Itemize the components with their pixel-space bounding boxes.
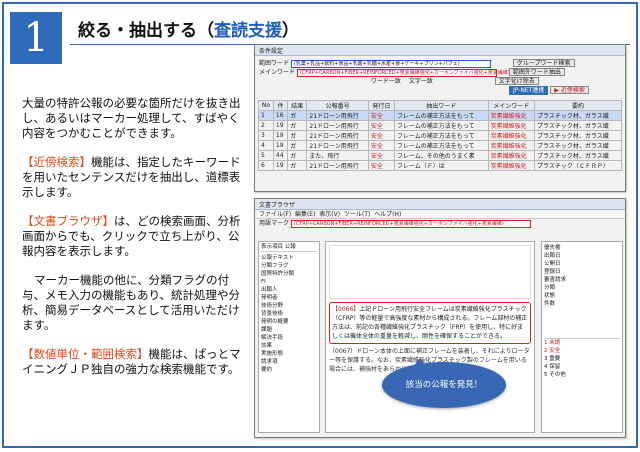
marker-bar: 用語マーク (CFRP+CARBON+FIBER+REINFORCED+炭素繊維… — [255, 219, 625, 228]
tree-item[interactable]: 出願人 — [261, 286, 317, 294]
flag-item[interactable]: 5 その他 — [544, 371, 620, 379]
desc-kinbou: 【近傍検索】機能は、指定したキーワードを用いたセンテンスだけを抽出し、道標表示し… — [22, 155, 244, 200]
col-summary: 要約 — [534, 100, 622, 111]
col-mainword: メインワード — [487, 100, 536, 111]
radio-char[interactable]: 文字一致 — [409, 78, 433, 85]
menu-edit[interactable]: 編集(E) — [295, 211, 315, 218]
keyword-row: 範囲ワード (乳業+乳品+飲料+食品+乳酸+乳糖+水産+食+ケーキ+プリン+パフ… — [255, 59, 625, 68]
desc-intro: 大量の特許公報の必要な箇所だけを抜き出し、あるいはマーカー処理して、すばやく内容… — [22, 96, 241, 140]
table-row[interactable]: 2 19 ガ 21ドローン用飛行 安全 フレームの補正方法をもって 炭素繊維強化 プラスチック… — [258, 120, 622, 131]
marker-input[interactable]: (CFRP+CARBON+FIBER+REINFORCED+炭素繊維強化+カーボ… — [296, 68, 510, 77]
col-no: No — [258, 100, 274, 111]
tree-item[interactable]: 国際特許分類 — [261, 270, 317, 278]
tree-item[interactable]: 請求項 — [261, 358, 317, 366]
page-title: 絞る・抽出する（査読支援） — [78, 16, 299, 41]
title-end: ） — [282, 21, 299, 41]
table-row[interactable]: 4 19 ガ 21ドローン用飛行 安全 フレームの補正方法をもって 炭素繊維強化 プラスチック… — [258, 140, 622, 151]
table-row[interactable]: 5 44 ガまた、飛行 安全 フレーム、その他のうまく素 炭素繊維強化 プラスチック材、ガラ… — [258, 150, 622, 161]
paragraph-text: 上記ドローン用飛行安全フレームは炭素繊維強化プラスチック（CFRP）等の軽量で高… — [332, 306, 528, 340]
keyword-label: 範囲ワード — [259, 60, 290, 67]
menu-view[interactable]: 表示(V) — [319, 211, 340, 218]
desc-marker: マーカー機能の他に、分類フラグの付与、メモ入力の機能もあり、統計処理や分析、簡易… — [22, 273, 241, 332]
tag-numeric: 【数値単位・範囲検索】 — [22, 347, 149, 361]
search-condition-window: 条件設定 範囲ワード (乳業+乳品+飲料+食品+乳酸+乳糖+水産+食+ケーキ+プ… — [254, 44, 626, 192]
tree-item[interactable]: 発明者 — [261, 294, 317, 302]
info-label: 分類 — [544, 285, 556, 291]
col-extract: 抽出ワード — [393, 100, 489, 111]
options-row: ワード一致 文字一致 文字化け除去 — [255, 77, 625, 86]
title-main: 絞る・抽出する（ — [78, 21, 214, 41]
check-garble[interactable]: 文字化け除去 — [494, 77, 539, 85]
highlight-paragraph: 【0066】上記ドローン用飛行安全フレームは炭素繊維強化プラスチック（CFRP）… — [329, 302, 531, 344]
menu-file[interactable]: ファイル(F) — [259, 211, 291, 218]
browser-title: 文書ブラウザ — [255, 199, 625, 210]
tree-item[interactable]: 実施形態 — [261, 350, 317, 358]
check-outside[interactable]: 範囲外ワード抽出 — [508, 68, 565, 76]
result-table: No 件 結果 公報番号 発行日 抽出ワード メインワード 要約 1 16 ガ 21ド… — [258, 100, 622, 171]
info-panel: 優先権 出願日 公開日 登録日 審査請求 分類 状態 件数 1 未読 2 安全 … — [541, 241, 623, 433]
menu-help[interactable]: ヘルプ(H) — [374, 211, 401, 218]
info-label: 登録日 — [544, 269, 561, 275]
tree-item[interactable]: FI — [261, 278, 317, 286]
tree-item[interactable]: 解決手段 — [261, 334, 317, 342]
description-panel: 大量の特許公報の必要な箇所だけを抜き出し、あるいはマーカー処理して、すばやく内容… — [22, 96, 244, 391]
tree-item[interactable]: 発明の概要 — [261, 318, 317, 326]
jp-net-button[interactable]: JP-NET連携 — [509, 86, 549, 95]
tree-item[interactable]: 要約 — [261, 366, 317, 374]
tree-item[interactable]: 背景技術 — [261, 310, 317, 318]
tree-item[interactable]: 課題 — [261, 326, 317, 334]
found-callout: 該当の公報を発見！ — [382, 358, 506, 408]
tree-item[interactable]: 技術分野 — [261, 302, 317, 310]
marker-row: メインワード (CFRP+CARBON+FIBER+REINFORCED+炭素繊… — [255, 68, 625, 77]
title-highlight: 査読支援 — [214, 21, 282, 41]
flag-item[interactable]: 2 安全 — [544, 347, 620, 355]
marker-label: メインワード — [259, 69, 296, 76]
desc-browser: 【文書ブラウザ】は、どの検索画面、分析画面からでも、クリックで立ち上がり、公報内… — [22, 214, 244, 259]
memo-area[interactable] — [329, 245, 531, 299]
tab-patent[interactable]: 公報 — [285, 244, 296, 250]
table-row[interactable]: 6 19 ガ 21ドローン用飛行 安全 フレーム（Ｆ）は 炭素繊維強化 プラスチック（ＣＦＲＰ… — [258, 160, 622, 171]
col-count: 件 — [272, 100, 289, 111]
flag-item[interactable]: 1 未読 — [544, 339, 620, 347]
info-label: 優先権 — [544, 245, 561, 251]
paragraph-number: 【0066】 — [332, 306, 360, 313]
info-label: 件数 — [544, 301, 556, 307]
marker-bar-label: 用語マーク — [259, 220, 290, 227]
radio-word[interactable]: ワード一致 — [371, 78, 401, 85]
tag-browser: 【文書ブラウザ】 — [22, 214, 114, 228]
search-action-row: JP-NET連携 ▶ 近傍検索 — [255, 86, 625, 98]
menu-tool[interactable]: ツール(T) — [344, 211, 370, 218]
step-number-badge: 1 — [10, 12, 62, 64]
tree-item[interactable]: 効果 — [261, 342, 317, 350]
tag-kinbou: 【近傍検索】 — [22, 155, 91, 169]
info-label: 公開日 — [544, 261, 561, 267]
tree-tabs: 表示項目 公報 — [261, 243, 317, 252]
tab-display[interactable]: 表示項目 — [261, 244, 283, 250]
tree-panel: 表示項目 公報 公報テキスト 分類フラグ 国際特許分類 FI 出願人 発明者 技… — [258, 241, 320, 433]
check-group[interactable]: グループワード検索 — [512, 59, 575, 67]
col-date: 発行日 — [367, 100, 395, 111]
flag-item[interactable]: 3 重要 — [544, 355, 620, 363]
tree-item[interactable]: 公報テキスト — [261, 254, 317, 262]
search-button[interactable]: ▶ 近傍検索 — [550, 86, 589, 94]
info-label: 出願日 — [544, 253, 561, 259]
marker-bar-input[interactable]: (CFRP+CARBON+FIBER+REINFORCED+炭素繊維強化+カーボ… — [290, 219, 531, 228]
info-label: 状態 — [544, 293, 556, 299]
info-label: 審査請求 — [544, 277, 567, 283]
flag-item[interactable]: 4 保留 — [544, 363, 620, 371]
col-patent: 公報番号 — [306, 100, 369, 111]
desc-numeric: 【数値単位・範囲検索】機能は、ぱっとマイニングＪＰ独自の強力な検索機能です。 — [22, 347, 244, 377]
flag-list: 1 未読 2 安全 3 重要 4 保留 5 その他 — [544, 338, 620, 379]
browser-menu: ファイル(F) 編集(E) 表示(V) ツール(T) ヘルプ(H) — [255, 210, 625, 219]
col-result: 結果 — [287, 100, 308, 111]
table-row[interactable]: 3 19 ガ 21ドローン用飛行 安全 フレームの補正方法をもって 炭素繊維強化 プラスチック… — [258, 130, 622, 141]
result-header: No 件 結果 公報番号 発行日 抽出ワード メインワード 要約 — [258, 100, 622, 111]
table-row[interactable]: 1 16 ガ 21ドローン用飛行 安全 フレームの補正方法をもって 炭素繊維強化 プラスチック… — [258, 110, 622, 121]
keyword-input[interactable]: (乳業+乳品+飲料+食品+乳酸+乳糖+水産+食+ケーキ+プリン+パフェ) — [290, 59, 491, 68]
tree-item[interactable]: 分類フラグ — [261, 262, 317, 270]
search-window-title: 条件設定 — [255, 45, 625, 56]
